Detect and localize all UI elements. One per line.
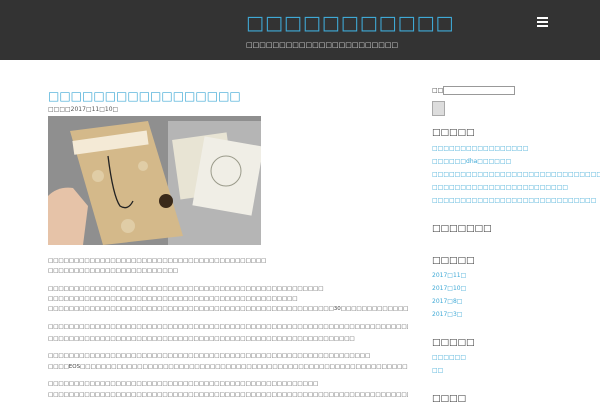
product-photo-icon <box>48 116 261 245</box>
paragraph-2: □□□□□□□□□□□□□□□□□□□□□□□□□ <box>48 268 178 274</box>
paragraph-9: □□□□EOS□□□□□□□□□□□□□□□□□□□□□□□□□□□□□□□□□… <box>48 364 408 370</box>
site-description: □□□□□□□□□□□□□□□□□□□□□□□ <box>246 41 399 49</box>
paragraph-8: □□□□□□□□□□□□□□□□□□□□□□□□□□□□□□□□□□□□□□□□… <box>48 353 371 359</box>
categories-title: □□□□□ <box>432 338 475 348</box>
post-title[interactable]: □□□□□□□□□□□□□□□□□ <box>48 89 241 103</box>
search-input[interactable] <box>443 86 515 95</box>
archives-title: □□□□□ <box>432 256 475 266</box>
paragraph-6: □□□□□□□□□□□□□□□□□□□□□□□□□□□□□□□□□□□□□□□□… <box>48 324 408 330</box>
recent-post-link[interactable]: □□□□□□□□□□□□□□□□□ <box>432 145 528 152</box>
archive-link[interactable]: 2017□8□ <box>432 298 462 305</box>
post-image <box>48 116 261 245</box>
search-button[interactable] <box>432 101 445 116</box>
paragraph-11: □□□□□□□□□□□□□□□□□□□□□□□□□□□□□□□□□□□□□□□□… <box>48 392 408 398</box>
paragraph-7: □□□□□□□□□□□□□□□□□□□□□□□□□□□□□□□□□□□□□□□□… <box>48 336 355 342</box>
recent-post-link[interactable]: □□□□□□□□□□□□□□□□□□□□□□□□□□□□□ <box>432 197 596 204</box>
paragraph-1: □□□□□□□□□□□□□□□□□□□□□□□□□□□□□□□□□□□□□□□□… <box>48 258 267 264</box>
recent-post-link[interactable]: □□□□□□□□□□□□□□□□□□□□□□□□ <box>432 184 568 191</box>
paragraph-4: □□□□□□□□□□□□□□□□□□□□□□□□□□□□□□□□□□□□□□□□… <box>48 296 298 302</box>
site-header: □□□□□□□□□□□ □□□□□□□□□□□□□□□□□□□□□□□ <box>0 0 600 60</box>
recent-comments-title: □□□□□□□ <box>432 224 492 234</box>
category-link[interactable]: □□ <box>432 367 443 374</box>
recent-post-link[interactable]: □□□□□□□□□□□□□□□□□□□□□□□□□□□□□□ <box>432 171 600 178</box>
post-meta: □□□□2017□11□10□ <box>48 106 119 113</box>
paragraph-10: □□□□□□□□□□□□□□□□□□□□□□□□□□□□□□□□□□□□□□□□… <box>48 381 319 387</box>
search-label: □□ <box>432 87 444 94</box>
menu-icon[interactable] <box>534 15 551 30</box>
category-link[interactable]: □□□□□□ <box>432 354 466 361</box>
archive-link[interactable]: 2017□10□ <box>432 285 466 292</box>
archive-link[interactable]: 2017□11□ <box>432 272 466 279</box>
site-title[interactable]: □□□□□□□□□□□ <box>246 12 454 34</box>
paragraph-5: □□□□□□□□□□□□□□□□□□□□□□□□□□□□□□□□□□□□□□□□… <box>48 306 408 312</box>
paragraph-3: □□□□□□□□□□□□□□□□□□□□□□□□□□□□□□□□□□□□□□□□… <box>48 286 324 292</box>
archive-link[interactable]: 2017□3□ <box>432 311 462 318</box>
meta-title: □□□□ <box>432 394 467 404</box>
recent-posts-title: □□□□□ <box>432 128 475 138</box>
recent-post-link[interactable]: □□□□□□dha□□□□□□ <box>432 158 511 165</box>
